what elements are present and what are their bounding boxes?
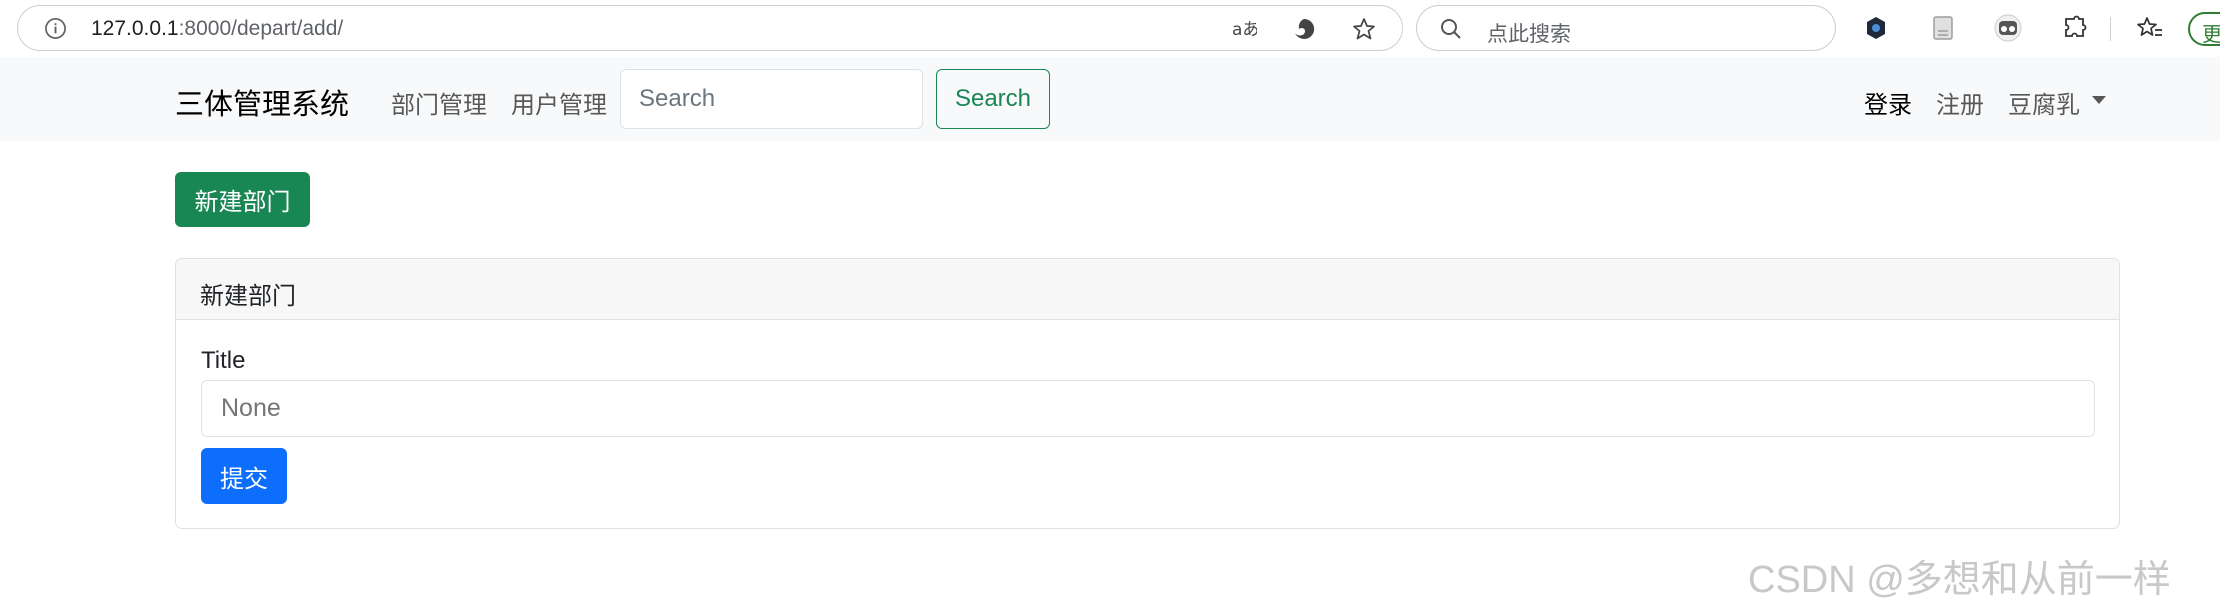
favorites-list-icon[interactable] [2136,14,2164,42]
caret-down-icon[interactable] [2092,96,2106,104]
navbar-brand[interactable]: 三体管理系统 [175,81,349,123]
title-field [201,380,2095,437]
extensions-puzzle-icon[interactable] [2060,14,2088,42]
navbar-search-field [620,69,923,129]
card-title: 新建部门 [200,283,296,310]
update-label: 更 [2202,24,2220,46]
url-path: :8000/depart/add/ [178,17,344,40]
favorite-star-icon[interactable] [1351,16,1377,42]
new-department-button[interactable]: 新建部门 [175,172,310,227]
browser-update-button[interactable]: 更 [2188,12,2220,46]
new-department-card: 新建部门 Title 提交 [175,258,2120,529]
svg-text:aあ: aあ [1232,20,1257,40]
browser-search-box[interactable]: 点此搜索 [1416,5,1836,51]
navbar-search-button[interactable]: Search [936,69,1050,129]
navbar-search-input[interactable] [621,70,922,128]
url-host: 127.0.0.1 [91,17,179,40]
search-icon [1441,19,1461,39]
register-link[interactable]: 注册 [1936,85,1984,120]
address-bar[interactable]: 127.0.0.1:8000/depart/add/ aあ [17,5,1403,51]
hexagon-extension-icon[interactable] [1862,14,1890,42]
browser-toolbar: 127.0.0.1:8000/depart/add/ aあ 点此搜索 更 [0,0,2220,57]
title-input[interactable] [202,381,2094,436]
nav-link-users[interactable]: 用户管理 [511,85,607,120]
url-text[interactable]: 127.0.0.1:8000/depart/add/ [91,17,343,41]
tampermonkey-extension-icon[interactable] [1994,14,2022,42]
csdn-watermark: CSDN @多想和从前一样 [1748,559,2171,601]
submit-button[interactable]: 提交 [201,448,287,504]
user-dropdown-toggle[interactable]: 豆腐乳 [2008,85,2080,120]
login-link[interactable]: 登录 [1864,85,1912,120]
card-header: 新建部门 [176,259,2119,320]
toolbar-separator [2110,17,2111,41]
document-extension-icon[interactable] [1929,14,1957,42]
title-field-label: Title [201,347,246,374]
read-aloud-icon[interactable]: aあ [1231,16,1257,42]
app-navbar: 三体管理系统 部门管理 用户管理 Search 登录 注册 豆腐乳 [0,57,2220,141]
browser-search-placeholder: 点此搜索 [1487,23,1571,46]
info-icon[interactable] [44,17,67,40]
edge-icon[interactable] [1291,16,1317,42]
nav-link-departments[interactable]: 部门管理 [391,85,487,120]
